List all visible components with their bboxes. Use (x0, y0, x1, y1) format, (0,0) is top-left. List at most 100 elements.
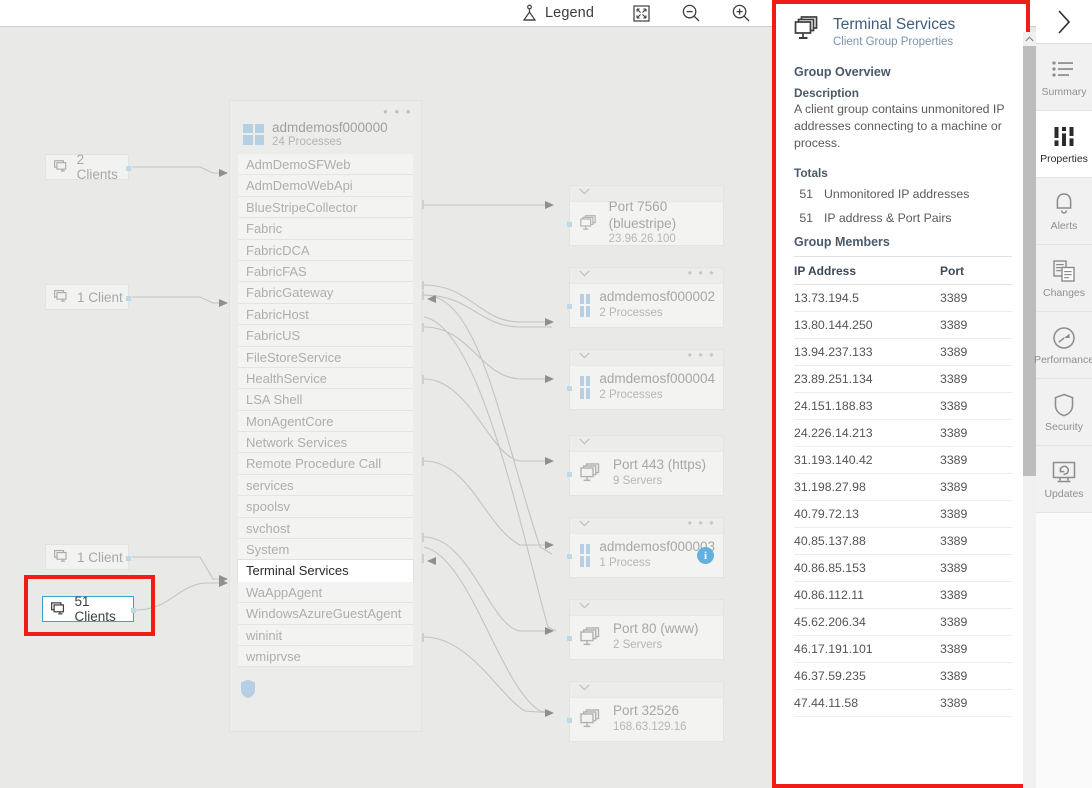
scroll-up-arrow[interactable] (1023, 32, 1036, 46)
topology-node[interactable]: • • •admdemosf0000031 Processi (569, 517, 724, 578)
table-row[interactable]: 40.86.85.1533389 (794, 554, 1012, 581)
node-menu-icon[interactable]: • • • (688, 516, 715, 530)
process-row[interactable]: Remote Procedure Call (238, 453, 413, 474)
node-body: Port 7560 (bluestripe)23.96.26.100 (570, 201, 723, 245)
table-row[interactable]: 31.193.140.423389 (794, 446, 1012, 473)
process-row[interactable]: spoolsv (238, 496, 413, 517)
table-row[interactable]: 31.198.27.983389 (794, 473, 1012, 500)
client-node-label: 1 Client (77, 550, 123, 565)
expand-panel-button[interactable] (1036, 0, 1092, 44)
rail-item-performance[interactable]: Performance (1036, 312, 1092, 379)
process-row-selected[interactable]: Terminal Services (238, 560, 413, 581)
process-row[interactable]: WaAppAgent (238, 582, 413, 603)
process-row[interactable]: AdmDemoWebApi (238, 175, 413, 196)
chevron-down-icon[interactable] (579, 352, 590, 359)
process-row[interactable]: System (238, 539, 413, 560)
process-row[interactable]: FabricDCA (238, 240, 413, 261)
table-row[interactable]: 23.89.251.1343389 (794, 365, 1012, 392)
topology-node[interactable]: Port 443 (https)9 Servers (569, 435, 724, 496)
chevron-down-icon[interactable] (579, 188, 590, 195)
info-icon[interactable]: i (697, 547, 714, 564)
table-row[interactable]: 13.73.194.53389 (794, 284, 1012, 311)
process-row[interactable]: HealthService (238, 368, 413, 389)
rail-item-security[interactable]: Security (1036, 379, 1092, 446)
rail-item-label: Performance (1034, 354, 1092, 366)
chevron-down-icon[interactable] (579, 684, 590, 691)
rail-item-label: Summary (1042, 86, 1087, 98)
process-row[interactable]: WindowsAzureGuestAgent (238, 603, 413, 624)
windows-icon (580, 376, 590, 399)
rail-item-updates[interactable]: Updates (1036, 446, 1092, 513)
chevron-down-icon[interactable] (579, 270, 590, 277)
table-row[interactable]: 46.17.191.1013389 (794, 635, 1012, 662)
process-row[interactable]: Network Services (238, 432, 413, 453)
topology-node[interactable]: • • •admdemosf0000042 Processes (569, 349, 724, 410)
rail-item-changes[interactable]: Changes (1036, 245, 1092, 312)
node-port (126, 296, 131, 301)
table-row[interactable]: 45.62.206.343389 (794, 608, 1012, 635)
fit-to-screen-button[interactable] (632, 0, 651, 27)
cell-ip-address: 40.86.112.11 (794, 581, 940, 608)
rail-item-alerts[interactable]: Alerts (1036, 178, 1092, 245)
table-row[interactable]: 40.86.112.113389 (794, 581, 1012, 608)
process-row[interactable]: BlueStripeCollector (238, 197, 413, 218)
monitors-icon (794, 16, 824, 44)
table-row[interactable]: 47.44.11.583389 (794, 689, 1012, 716)
chevron-down-icon[interactable] (579, 602, 590, 609)
process-row[interactable]: FabricUS (238, 325, 413, 346)
total-label: Unmonitored IP addresses (824, 187, 969, 201)
zoom-in-button[interactable] (731, 0, 751, 27)
node-text: Port 443 (https)9 Servers (613, 457, 706, 488)
process-row[interactable]: AdmDemoSFWeb (238, 154, 413, 175)
process-row[interactable]: MonAgentCore (238, 411, 413, 432)
process-row[interactable]: FabricGateway (238, 282, 413, 303)
process-row[interactable]: FileStoreService (238, 347, 413, 368)
process-row[interactable]: Fabric (238, 218, 413, 239)
process-row[interactable]: FabricFAS (238, 261, 413, 282)
details-panel-titles: Terminal Services Client Group Propertie… (833, 16, 955, 48)
client-node[interactable]: 1 Client (45, 284, 129, 310)
table-header-row: IP Address Port (794, 256, 1012, 284)
chevron-down-icon[interactable] (579, 520, 590, 527)
client-node[interactable]: 1 Client (45, 544, 129, 570)
topology-node[interactable]: Port 80 (www)2 Servers (569, 599, 724, 660)
cell-ip-address: 24.151.188.83 (794, 392, 940, 419)
process-row[interactable]: LSA Shell (238, 389, 413, 410)
node-menu-icon[interactable]: • • • (688, 266, 715, 280)
table-row[interactable]: 40.85.137.883389 (794, 527, 1012, 554)
process-row[interactable]: wmiprvse (238, 646, 413, 667)
group-members-heading: Group Members (794, 235, 1012, 249)
chevron-down-icon[interactable] (579, 438, 590, 445)
table-row[interactable]: 24.151.188.833389 (794, 392, 1012, 419)
node-port (567, 304, 572, 309)
legend-button[interactable]: Legend (520, 0, 594, 27)
node-menu-icon[interactable]: • • • (688, 348, 715, 362)
table-row[interactable]: 24.226.14.2133389 (794, 419, 1012, 446)
cell-port: 3389 (940, 662, 1012, 689)
table-row[interactable]: 46.37.59.2353389 (794, 662, 1012, 689)
process-group-node[interactable]: • • • admdemosf000000 24 Processes AdmDe… (229, 100, 422, 732)
zoom-out-button[interactable] (681, 0, 701, 27)
client-node[interactable]: 2 Clients (45, 154, 129, 180)
table-row[interactable]: 13.80.144.2503389 (794, 311, 1012, 338)
topology-node[interactable]: Port 32526168.63.129.16 (569, 681, 724, 742)
cell-port: 3389 (940, 365, 1012, 392)
client-node-selected[interactable]: 51 Clients (42, 596, 134, 622)
process-row[interactable]: svchost (238, 518, 413, 539)
process-row[interactable]: wininit (238, 625, 413, 646)
process-row[interactable]: FabricHost (238, 304, 413, 325)
process-group-menu-icon[interactable]: • • • (383, 104, 412, 119)
process-row[interactable]: services (238, 475, 413, 496)
scrollbar-thumb[interactable] (1023, 46, 1036, 476)
rail-item-properties[interactable]: Properties (1036, 111, 1092, 178)
node-port (567, 386, 572, 391)
table-row[interactable]: 40.79.72.133389 (794, 500, 1012, 527)
client-node-label: 51 Clients (75, 594, 133, 624)
topology-node[interactable]: Port 7560 (bluestripe)23.96.26.100 (569, 185, 724, 246)
table-row[interactable]: 13.94.237.1333389 (794, 338, 1012, 365)
cell-ip-address: 24.226.14.213 (794, 419, 940, 446)
topology-node[interactable]: • • •admdemosf0000022 Processes (569, 267, 724, 328)
rail-item-summary[interactable]: Summary (1036, 44, 1092, 111)
details-panel-header: Terminal Services Client Group Propertie… (794, 16, 1012, 48)
panel-scrollbar[interactable] (1023, 32, 1036, 788)
